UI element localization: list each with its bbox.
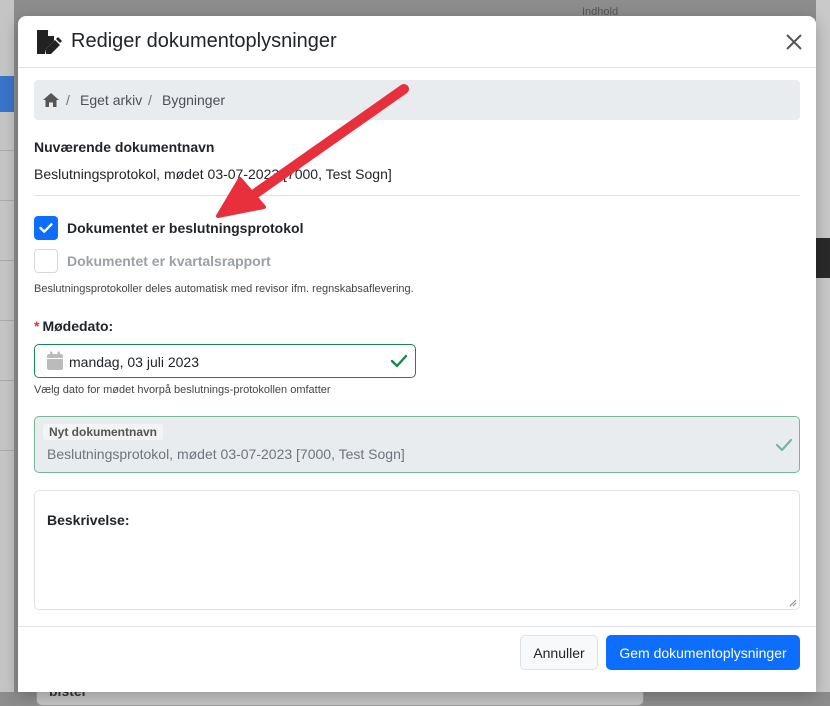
new-name-field: Nyt dokumentnavn Beslutningsprotokol, mø…: [34, 416, 800, 473]
valid-check-icon: [390, 354, 408, 368]
save-document-button[interactable]: Gem dokumentoplysninger: [606, 635, 800, 670]
quarterly-checkbox[interactable]: [34, 249, 58, 273]
background-divider: [0, 200, 14, 201]
check-icon: [39, 223, 53, 233]
background-right-panel: [816, 0, 830, 692]
divider: [34, 195, 800, 196]
modal-header: Rediger dokumentoplysninger: [18, 16, 816, 68]
cancel-button[interactable]: Annuller: [520, 635, 598, 670]
background-divider: [0, 320, 14, 321]
breadcrumb-item-eget-arkiv[interactable]: Eget arkiv: [80, 92, 142, 108]
edit-document-modal: Rediger dokumentoplysninger / Eget arkiv…: [18, 16, 816, 692]
meeting-date-input[interactable]: mandag, 03 juli 2023: [34, 344, 416, 378]
background-dark-bar: [816, 238, 830, 278]
required-marker: *: [34, 318, 40, 334]
description-label: Beskrivelse:: [47, 512, 130, 528]
breadcrumb-separator: /: [66, 92, 70, 108]
meeting-date-help-text: Vælg dato for mødet hvorpå beslutnings-p…: [34, 384, 331, 396]
breadcrumb-item-bygninger[interactable]: Bygninger: [162, 92, 225, 108]
current-name-value: Beslutningsprotokol, mødet 03-07-2023 [7…: [34, 166, 392, 182]
breadcrumb-separator: /: [148, 92, 152, 108]
protocol-checkbox-label[interactable]: Dokumentet er beslutningsprotokol: [67, 220, 303, 236]
new-name-value: Beslutningsprotokol, mødet 03-07-2023 [7…: [47, 446, 405, 462]
modal-footer-divider: [18, 626, 816, 627]
background-active-item: [0, 76, 14, 112]
file-edit-icon: [37, 30, 62, 54]
background-divider: [0, 260, 14, 261]
calendar-icon: [47, 351, 63, 370]
valid-check-icon: [775, 438, 793, 452]
background-divider: [0, 150, 14, 151]
meeting-date-label-text: Mødedato:: [42, 318, 114, 334]
breadcrumb: / Eget arkiv / Bygninger: [34, 80, 800, 120]
meeting-date-label: * Mødedato:: [34, 318, 113, 334]
new-name-label: Nyt dokumentnavn: [43, 424, 164, 440]
home-icon[interactable]: [42, 92, 60, 108]
protocol-checkbox[interactable]: [34, 216, 58, 240]
meeting-date-value: mandag, 03 juli 2023: [69, 354, 199, 370]
current-name-label: Nuværende dokumentnavn: [34, 139, 215, 155]
background-sidebar: [0, 0, 14, 692]
modal-title: Rediger dokumentoplysninger: [71, 30, 337, 52]
quarterly-checkbox-label[interactable]: Dokumentet er kvartalsrapport: [67, 253, 271, 269]
description-textarea[interactable]: Beskrivelse:: [34, 490, 800, 610]
protocol-help-text: Beslutningsprotokoller deles automatisk …: [34, 283, 414, 295]
close-icon[interactable]: [782, 30, 806, 54]
background-divider: [0, 450, 14, 451]
resize-grip-icon[interactable]: [788, 598, 797, 607]
background-divider: [0, 380, 14, 381]
